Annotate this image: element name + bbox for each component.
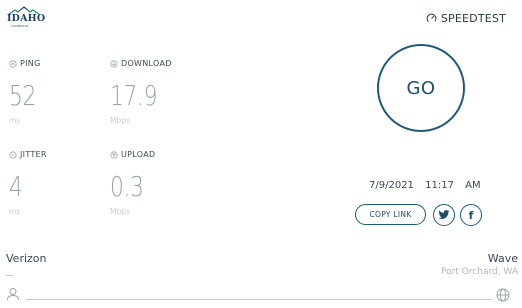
- globe-icon: [496, 288, 510, 302]
- upload-label: UPLOAD: [121, 150, 156, 159]
- twitter-icon: [438, 210, 450, 219]
- copy-link-button[interactable]: COPY LINK: [355, 204, 426, 225]
- jitter-label: JITTER: [20, 150, 47, 159]
- gauge-icon: [426, 13, 437, 24]
- result-timestamp: 7/9/2021 11:17 AM: [369, 180, 481, 191]
- facebook-share-button[interactable]: f: [460, 204, 482, 226]
- brand-label: SPEEDTEST: [440, 12, 506, 25]
- go-button-label: GO: [406, 77, 436, 99]
- logo-wordmark: IDAHO: [7, 13, 46, 24]
- result-date: 7/9/2021: [369, 180, 414, 191]
- copy-link-label: COPY LINK: [369, 210, 412, 219]
- facebook-icon: f: [468, 208, 474, 222]
- user-icon: [7, 288, 19, 301]
- result-time: 11:17 AM: [425, 180, 481, 191]
- connection-divider: [26, 299, 492, 300]
- twitter-share-button[interactable]: [433, 204, 455, 226]
- upload-icon: [110, 150, 118, 159]
- ping-unit: ms: [9, 116, 21, 125]
- go-button[interactable]: GO: [377, 44, 465, 132]
- server-location: Port Orchard, WA: [441, 267, 518, 277]
- jitter-icon: [9, 150, 17, 159]
- isp-name: Verizon: [6, 252, 47, 265]
- download-label: DOWNLOAD: [121, 59, 172, 68]
- idaho-commerce-logo[interactable]: IDAHO COMMERCE: [6, 6, 46, 30]
- speedtest-brand[interactable]: SPEEDTEST: [426, 12, 506, 25]
- upload-unit: Mbps: [110, 207, 130, 216]
- isp-divider: [6, 275, 13, 276]
- upload-value: 0.3: [110, 170, 144, 203]
- jitter-unit: ms: [9, 207, 21, 216]
- ping-icon: [9, 59, 17, 68]
- logo-subtext: COMMERCE: [11, 25, 29, 28]
- download-value: 17.9: [110, 79, 158, 112]
- ping-metric: PING 52 ms: [9, 59, 44, 125]
- ping-label: PING: [20, 59, 41, 68]
- server-name[interactable]: Wave: [488, 252, 518, 265]
- download-unit: Mbps: [110, 116, 130, 125]
- jitter-metric: JITTER 4 ms: [9, 150, 47, 216]
- upload-metric: UPLOAD 0.3 Mbps: [110, 150, 155, 216]
- jitter-value: 4: [9, 170, 23, 203]
- download-icon: [110, 59, 118, 68]
- ping-value: 52: [9, 79, 37, 112]
- download-metric: DOWNLOAD 17.9 Mbps: [110, 59, 172, 125]
